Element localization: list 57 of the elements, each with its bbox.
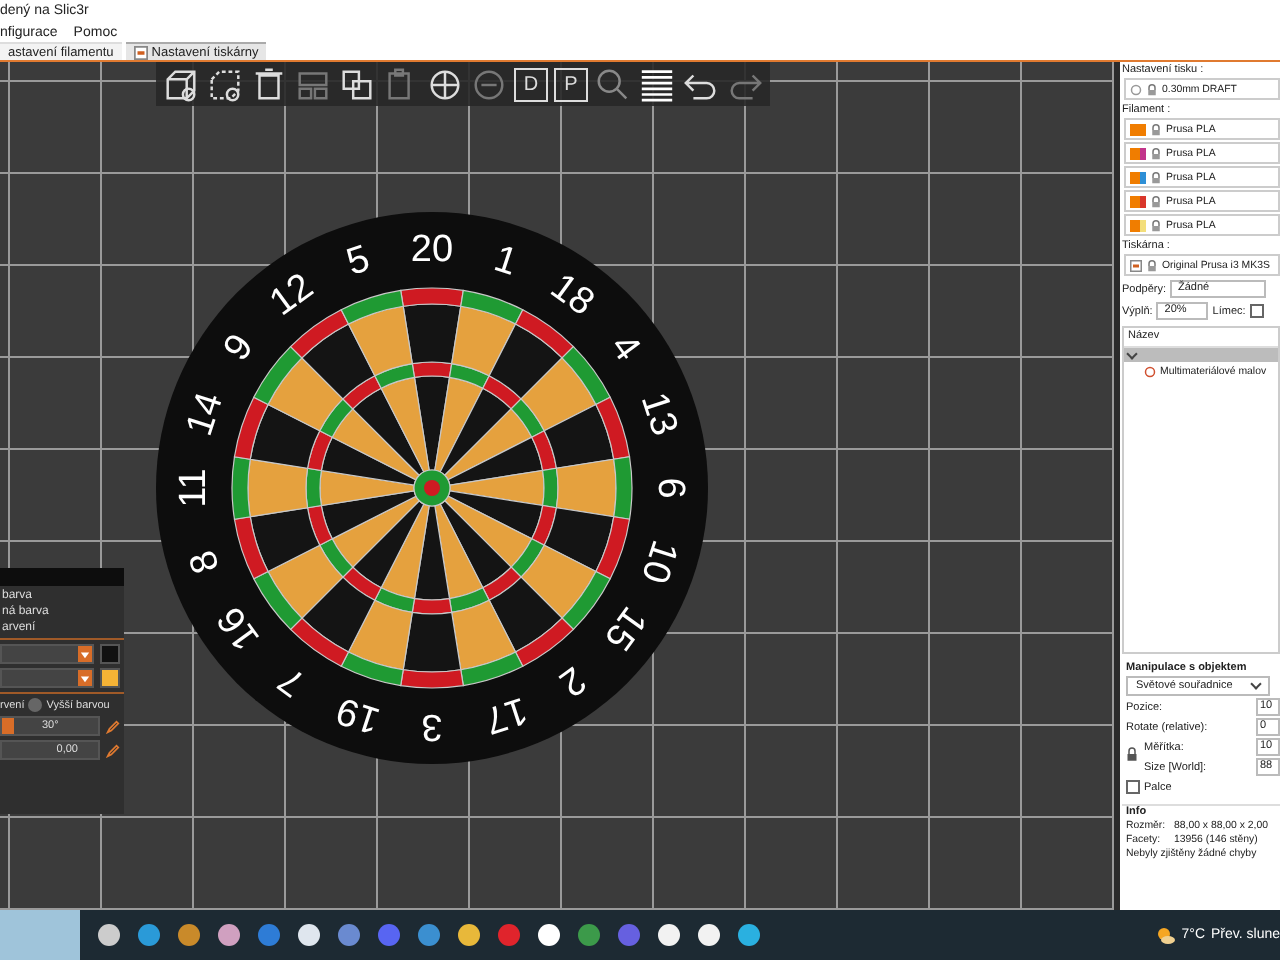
- app-icon[interactable]: [218, 924, 240, 946]
- printer-icon: [133, 45, 148, 59]
- board-number: 2: [551, 657, 593, 704]
- dropdown[interactable]: [0, 668, 94, 688]
- app-icon[interactable]: [698, 924, 720, 946]
- remove-cube-icon[interactable]: [206, 65, 244, 103]
- lock-icon: [1150, 147, 1162, 159]
- board-number: 20: [410, 229, 454, 271]
- layers-icon[interactable]: [638, 65, 676, 103]
- app-icon[interactable]: [658, 924, 680, 946]
- app-icon[interactable]: [298, 924, 320, 946]
- board-number: 15: [595, 598, 654, 658]
- lock-icon: [1146, 259, 1158, 271]
- board-number: 1: [489, 238, 523, 285]
- board-number: 17: [478, 687, 533, 741]
- caret-icon: [1250, 678, 1262, 690]
- board-number: 10: [631, 534, 685, 589]
- object-letter-button[interactable]: D: [514, 67, 548, 101]
- board-number: 13: [631, 387, 685, 442]
- board-number: 4: [601, 327, 648, 369]
- board-number: 5: [341, 238, 375, 285]
- dropdown[interactable]: [0, 644, 94, 664]
- board-number: 12: [262, 266, 322, 325]
- lock-icon: [1150, 171, 1162, 183]
- trash-icon[interactable]: [250, 65, 288, 103]
- inches-checkbox[interactable]: [1126, 780, 1140, 794]
- sun-cloud-icon: [1155, 925, 1176, 945]
- board-number: 11: [173, 468, 215, 508]
- lock-icon[interactable]: [1126, 746, 1138, 762]
- lock-icon: [1146, 83, 1158, 95]
- board-number: 6: [649, 477, 691, 499]
- lock-icon: [1150, 195, 1162, 207]
- printer-icon: [1130, 259, 1142, 271]
- photo-placeholder: [0, 910, 80, 960]
- board-number: 3: [421, 705, 443, 747]
- lock-icon: [1150, 123, 1162, 135]
- radio-button[interactable]: [28, 698, 43, 712]
- board-number: 18: [542, 266, 602, 325]
- board-number: 9: [216, 327, 263, 369]
- brim-checkbox[interactable]: [1249, 304, 1264, 318]
- board-number: 19: [331, 687, 386, 741]
- search-icon[interactable]: [594, 65, 632, 103]
- add-cube-icon[interactable]: [162, 65, 200, 103]
- plus-circle-icon[interactable]: [426, 65, 464, 103]
- copy-icon[interactable]: [338, 65, 376, 103]
- lock-icon: [1150, 219, 1162, 231]
- color-swatch[interactable]: [100, 644, 120, 664]
- app-icon[interactable]: [738, 924, 760, 946]
- board-number: 14: [179, 387, 233, 442]
- caret-icon: [78, 670, 92, 686]
- board-number: 16: [210, 598, 269, 658]
- object-letter-button[interactable]: P: [554, 67, 588, 101]
- color-swatch[interactable]: [100, 668, 120, 688]
- board-number: 8: [182, 545, 229, 579]
- board-number: 7: [271, 657, 313, 704]
- panel-header: [0, 568, 124, 586]
- caret-icon: [78, 646, 92, 662]
